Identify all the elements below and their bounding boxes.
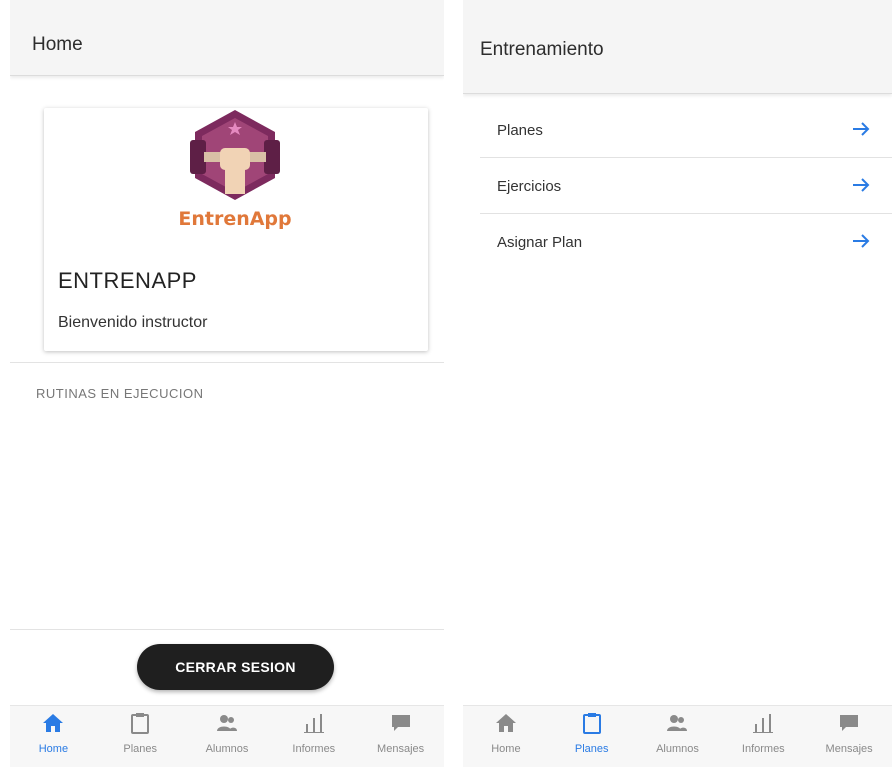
list-item-label: Asignar Plan	[497, 234, 583, 251]
app-title: ENTRENAPP	[58, 268, 197, 293]
nav-label: Alumnos	[205, 743, 249, 755]
home-screen: Home EntrenApp ENTRENAPP Bienvenido inst…	[10, 0, 444, 767]
arrow-right-icon	[853, 178, 870, 192]
welcome-card: EntrenApp ENTRENAPP Bienvenido instructo…	[44, 108, 428, 351]
bottom-nav: Home Planes Alumnos Informes Mensajes	[10, 705, 444, 767]
list-item-label: Planes	[497, 122, 543, 139]
section-label: RUTINAS EN EJECUCION	[36, 386, 204, 401]
home-icon	[43, 714, 64, 732]
bar-chart-icon	[753, 714, 774, 733]
nav-home[interactable]: Home	[10, 706, 97, 767]
nav-label: Home	[491, 743, 521, 755]
users-icon	[216, 715, 237, 731]
nav-label: Planes	[574, 743, 609, 755]
divider	[10, 362, 444, 363]
nav-informes[interactable]: Informes	[270, 706, 357, 767]
nav-label: Planes	[123, 743, 158, 755]
users-icon	[667, 715, 688, 731]
nav-informes[interactable]: Informes	[720, 706, 806, 767]
list-item-asignar-plan[interactable]: Asignar Plan	[480, 214, 892, 270]
nav-label: Mensajes	[825, 743, 873, 755]
app-bar: Home	[10, 0, 444, 76]
list-item-planes[interactable]: Planes	[480, 102, 892, 158]
list-item-label: Ejercicios	[497, 178, 562, 195]
nav-alumnos[interactable]: Alumnos	[184, 706, 271, 767]
nav-mensajes[interactable]: Mensajes	[806, 706, 892, 767]
clipboard-icon	[131, 713, 150, 734]
nav-alumnos[interactable]: Alumnos	[635, 706, 721, 767]
home-icon	[495, 714, 516, 732]
clipboard-icon	[582, 713, 601, 734]
nav-label: Home	[38, 743, 69, 755]
chat-icon	[391, 715, 410, 731]
training-screen: Entrenamiento Planes Ejercicios Asignar …	[463, 0, 892, 767]
nav-planes[interactable]: Planes	[549, 706, 635, 767]
nav-home[interactable]: Home	[463, 706, 549, 767]
entrenapp-logo: EntrenApp	[178, 110, 292, 230]
nav-label: Informes	[292, 743, 336, 755]
page-title: Home	[32, 34, 83, 55]
arrow-right-icon	[853, 122, 870, 136]
arrow-right-icon	[853, 234, 870, 248]
chat-icon	[840, 715, 859, 731]
nav-label: Mensajes	[377, 743, 425, 755]
nav-planes[interactable]: Planes	[97, 706, 184, 767]
logo-wordmark: EntrenApp	[178, 208, 291, 230]
nav-label: Alumnos	[656, 743, 699, 755]
page-title: Entrenamiento	[480, 39, 604, 60]
logout-button[interactable]: CERRAR SESION	[137, 644, 334, 690]
app-bar: Entrenamiento	[463, 0, 892, 94]
nav-mensajes[interactable]: Mensajes	[357, 706, 444, 767]
divider	[10, 629, 444, 630]
bottom-nav: Home Planes Alumnos Informes Mensajes	[463, 705, 892, 767]
welcome-text: Bienvenido instructor	[58, 314, 208, 331]
bar-chart-icon	[303, 714, 324, 733]
nav-label: Informes	[741, 743, 785, 755]
list-item-ejercicios[interactable]: Ejercicios	[480, 158, 892, 214]
